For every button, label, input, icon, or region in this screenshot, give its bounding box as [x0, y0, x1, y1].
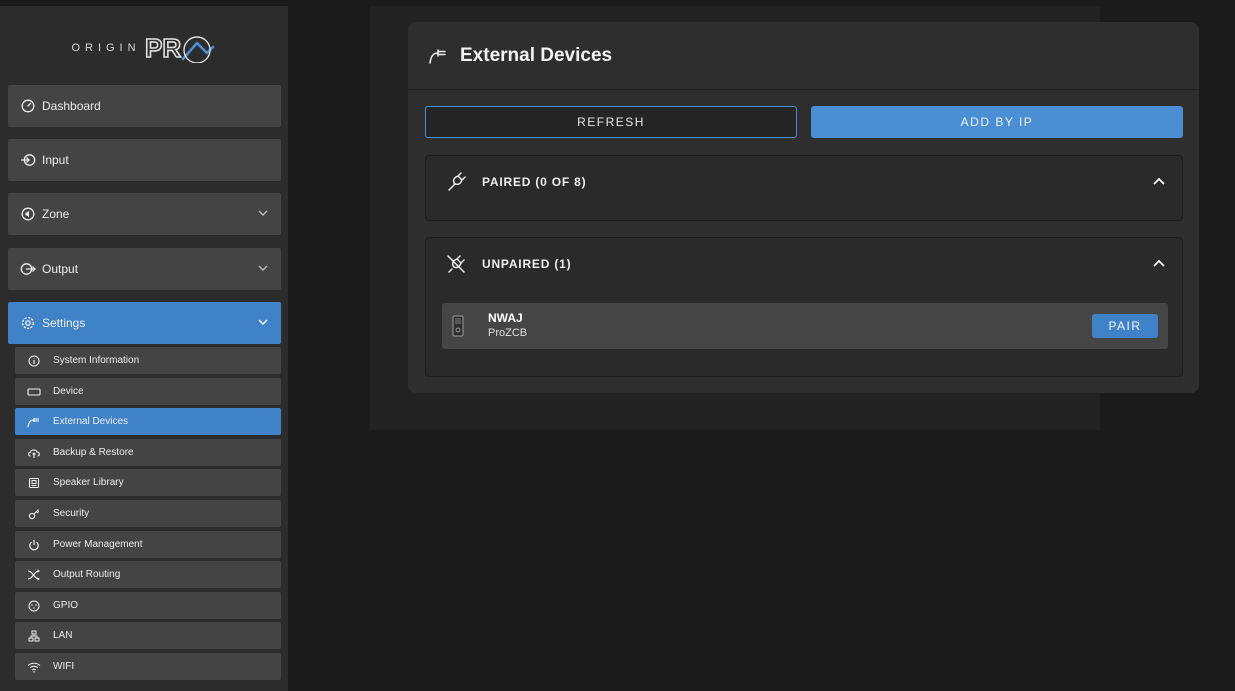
sidebar-item-label: Speaker Library	[53, 477, 124, 488]
power-icon	[27, 538, 41, 552]
plug-disconnected-icon	[447, 255, 465, 273]
nav-label: Dashboard	[42, 99, 101, 113]
sidebar-item-lan[interactable]: LAN	[15, 622, 281, 649]
unpaired-section-header[interactable]: UNPAIRED (1)	[446, 252, 571, 276]
sidebar-item-label: LAN	[53, 630, 73, 641]
list-item: NWAJ ProZCB PAIR	[442, 303, 1168, 349]
paired-section-label: PAIRED (0 OF 8)	[482, 175, 587, 189]
gauge-icon	[20, 98, 36, 114]
library-icon	[27, 476, 41, 490]
cloud-upload-icon	[27, 446, 41, 460]
device-icon	[27, 385, 41, 399]
page-title: External Devices	[460, 44, 613, 66]
input-icon	[20, 152, 36, 168]
nav-zone[interactable]: Zone	[8, 193, 281, 235]
unpaired-section-label: UNPAIRED (1)	[482, 257, 572, 271]
gear-icon	[20, 315, 36, 331]
routing-icon	[27, 568, 41, 582]
logo-mark: PR	[145, 33, 214, 63]
key-icon	[27, 507, 41, 521]
sidebar-item-label: Output Routing	[53, 569, 121, 580]
nav-label: Settings	[42, 316, 86, 330]
sidebar: ORIGIN PR Dashboard Input Zone Output Se…	[0, 0, 288, 691]
unpaired-section: UNPAIRED (1) NWAJ ProZCB PAIR	[425, 237, 1183, 377]
paired-section: PAIRED (0 OF 8)	[425, 155, 1183, 221]
sidebar-item-external-devices[interactable]: External Devices	[15, 408, 281, 435]
sidebar-item-label: External Devices	[53, 416, 129, 427]
chevron-down-icon	[258, 319, 268, 325]
speaker-icon	[20, 206, 36, 222]
external-devices-panel: External Devices REFRESH ADD BY IP PAIRE…	[408, 22, 1199, 393]
chevron-down-icon	[258, 210, 268, 216]
pair-button[interactable]: PAIR	[1092, 314, 1158, 338]
device-model: ProZCB	[488, 327, 528, 339]
nav-dashboard[interactable]: Dashboard	[8, 85, 281, 127]
sidebar-item-output-routing[interactable]: Output Routing	[15, 561, 281, 588]
sidebar-item-device[interactable]: Device	[15, 378, 281, 405]
chevron-up-icon[interactable]	[1152, 174, 1166, 188]
sidebar-item-backup-restore[interactable]: Backup & Restore	[15, 439, 281, 466]
sidebar-item-wifi[interactable]: WIFI	[15, 653, 281, 680]
sidebar-item-label: GPIO	[53, 600, 79, 611]
sidebar-item-label: WIFI	[53, 661, 75, 672]
nav-settings[interactable]: Settings	[8, 302, 281, 344]
sidebar-item-label: Device	[53, 386, 84, 397]
sidebar-item-gpio[interactable]: GPIO	[15, 592, 281, 619]
add-by-ip-button[interactable]: ADD BY IP	[811, 106, 1183, 138]
lan-icon	[27, 629, 41, 643]
sidebar-item-label: Security	[53, 508, 90, 519]
nav-output[interactable]: Output	[8, 248, 281, 290]
nav-label: Input	[42, 153, 69, 167]
sidebar-item-power-management[interactable]: Power Management	[15, 531, 281, 558]
plug-icon	[27, 415, 41, 429]
sidebar-item-speaker-library[interactable]: Speaker Library	[15, 469, 281, 496]
output-icon	[20, 261, 36, 277]
sidebar-item-label: Power Management	[53, 539, 143, 550]
sidebar-item-label: System Information	[53, 355, 140, 366]
plug-icon	[429, 48, 446, 64]
chevron-down-icon	[258, 265, 268, 271]
origin-pro-logo: ORIGIN PR	[0, 28, 288, 68]
chevron-up-icon[interactable]	[1152, 256, 1166, 270]
refresh-button[interactable]: REFRESH	[425, 106, 797, 138]
plug-connected-icon	[448, 172, 466, 191]
device-remote-icon	[452, 315, 464, 337]
panel-header: External Devices	[408, 22, 1199, 90]
sidebar-item-label: Backup & Restore	[53, 447, 134, 458]
logo-text: ORIGIN	[71, 42, 141, 54]
nav-label: Zone	[42, 207, 70, 221]
sidebar-item-security[interactable]: Security	[15, 500, 281, 527]
nav-label: Output	[42, 262, 79, 276]
wifi-icon	[27, 660, 41, 674]
info-icon	[27, 354, 41, 368]
sidebar-top-strip	[0, 0, 288, 6]
paired-section-header[interactable]: PAIRED (0 OF 8)	[446, 170, 586, 194]
gpio-icon	[27, 599, 41, 613]
logo-mark-text: PR	[145, 33, 181, 63]
device-name: NWAJ	[488, 311, 523, 325]
nav-input[interactable]: Input	[8, 139, 281, 181]
sidebar-item-system-information[interactable]: System Information	[15, 347, 281, 374]
